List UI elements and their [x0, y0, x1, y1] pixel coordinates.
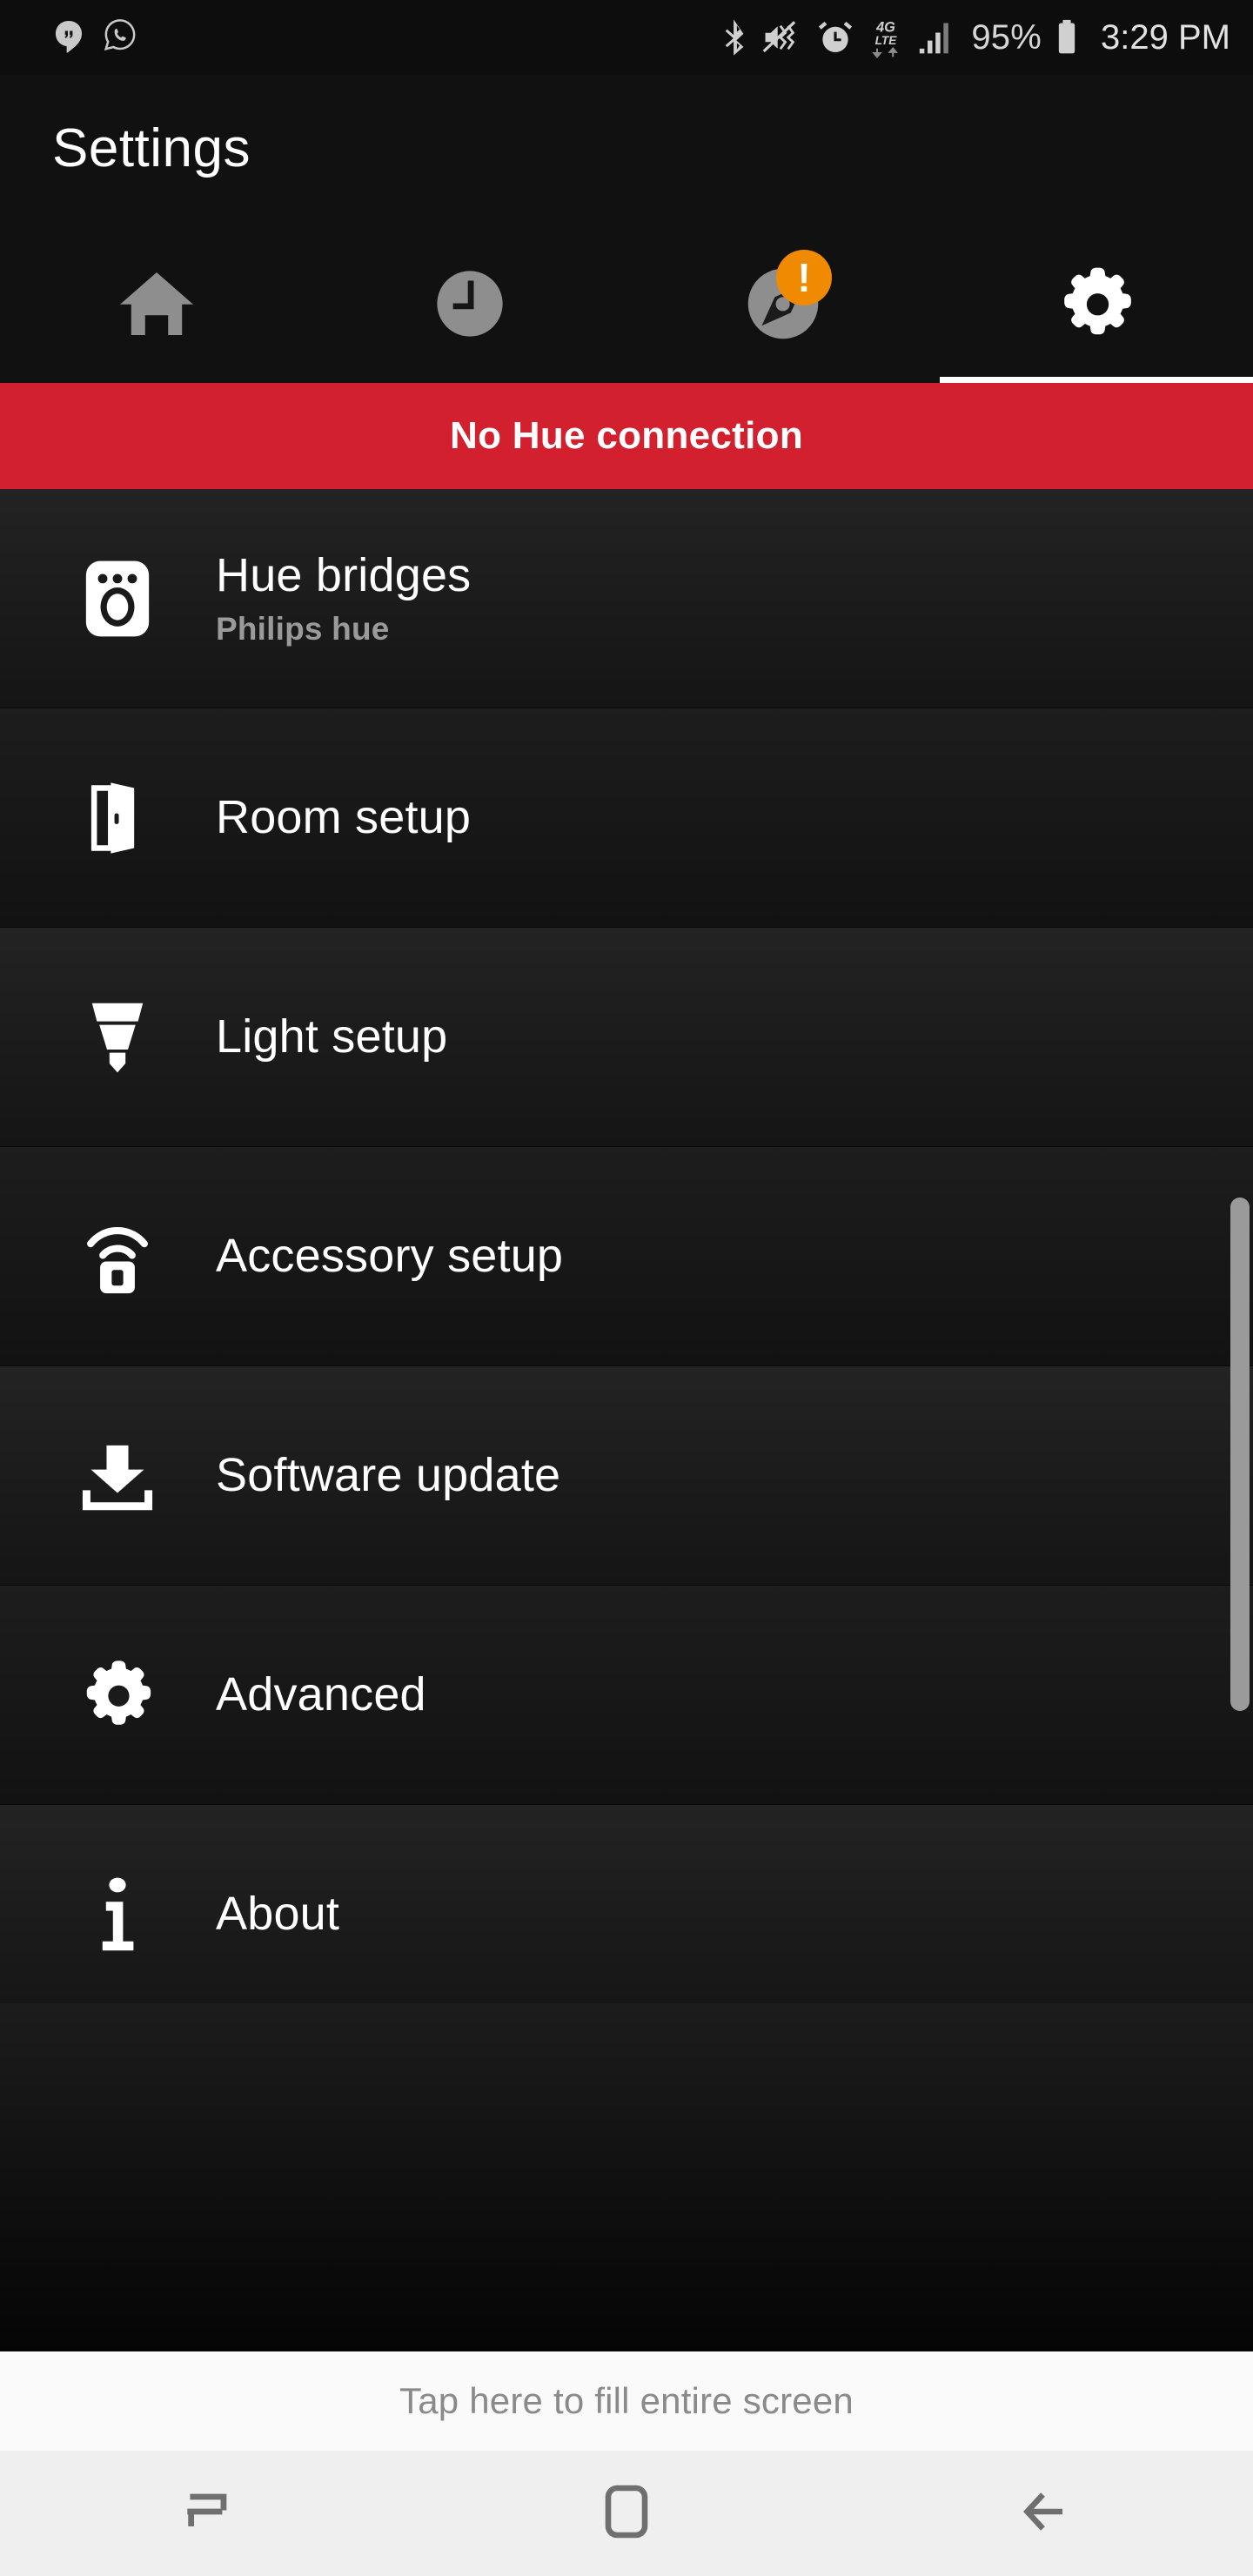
alarm-clock-icon	[816, 18, 854, 57]
list-item-title: Hue bridges	[216, 549, 471, 601]
list-item-room-setup[interactable]: Room setup	[0, 708, 1253, 928]
battery-icon	[1055, 18, 1078, 57]
status-bar: 4G LTE 95% 3:29 PM	[0, 0, 1253, 75]
explore-alert-badge: !	[776, 250, 832, 305]
settings-list: Hue bridges Philips hue Room setup	[0, 489, 1253, 2003]
4g-lte-icon: 4G LTE	[868, 17, 903, 58]
light-bulb-icon	[70, 996, 165, 1079]
system-nav-bar	[0, 2451, 1253, 2576]
tab-indicator	[0, 377, 313, 383]
whatsapp-icon	[103, 18, 137, 57]
clock-icon	[432, 266, 507, 345]
tab-settings[interactable]	[940, 228, 1253, 383]
svg-text:LTE: LTE	[875, 34, 898, 47]
gear-icon	[70, 1657, 165, 1734]
signal-bars-icon	[917, 18, 957, 57]
fill-screen-label: Tap here to fill entire screen	[399, 2380, 854, 2422]
tab-bar: !	[0, 228, 1253, 383]
door-icon	[70, 778, 165, 858]
download-icon	[70, 1439, 165, 1513]
list-item-hue-bridges[interactable]: Hue bridges Philips hue	[0, 489, 1253, 708]
accessory-remote-icon	[70, 1215, 165, 1298]
tab-indicator	[626, 377, 940, 383]
svg-text:4G: 4G	[875, 20, 895, 36]
status-bar-notification-icons	[52, 18, 137, 57]
clock-label: 3:29 PM	[1101, 18, 1230, 57]
back-button[interactable]	[835, 2451, 1253, 2576]
list-item-light-setup[interactable]: Light setup	[0, 928, 1253, 1147]
tab-routines[interactable]	[313, 228, 626, 383]
hue-bridge-icon	[70, 558, 165, 640]
tab-indicator	[940, 377, 1253, 383]
banner-label: No Hue connection	[450, 414, 803, 458]
app-header: Settings	[0, 75, 1253, 228]
list-item-subtitle: Philips hue	[216, 611, 471, 647]
empty-list-area	[0, 2003, 1253, 2351]
recents-icon	[177, 2479, 241, 2548]
recents-button[interactable]	[0, 2451, 418, 2576]
list-item-title: About	[216, 1888, 339, 1940]
battery-percent-label: 95%	[971, 18, 1042, 57]
no-connection-banner[interactable]: No Hue connection	[0, 383, 1253, 489]
bluetooth-icon	[722, 17, 748, 57]
list-item-accessory-setup[interactable]: Accessory setup	[0, 1147, 1253, 1366]
list-item-advanced[interactable]: Advanced	[0, 1586, 1253, 1805]
list-item-title: Room setup	[216, 791, 471, 843]
list-item-title: Light setup	[216, 1010, 447, 1063]
status-bar-system-icons: 4G LTE 95% 3:29 PM	[722, 17, 1230, 58]
home-icon	[115, 262, 198, 350]
list-item-title: Accessory setup	[216, 1230, 563, 1282]
phone-screen: 4G LTE 95% 3:29 PM	[0, 0, 1253, 2576]
tab-indicator	[313, 377, 626, 383]
list-item-software-update[interactable]: Software update	[0, 1366, 1253, 1586]
home-square-icon	[600, 2480, 653, 2547]
mute-vibrate-icon	[762, 18, 802, 57]
back-arrow-icon	[1013, 2480, 1075, 2547]
page-title: Settings	[52, 122, 251, 176]
hangouts-icon	[52, 18, 85, 57]
fill-screen-bar[interactable]: Tap here to fill entire screen	[0, 2351, 1253, 2451]
gear-icon	[1056, 264, 1136, 348]
list-item-title: Software update	[216, 1449, 560, 1501]
home-button[interactable]	[418, 2451, 835, 2576]
tab-home[interactable]	[0, 228, 313, 383]
list-item-title: Advanced	[216, 1668, 426, 1721]
info-icon	[70, 1875, 165, 1955]
tab-explore[interactable]: !	[626, 228, 940, 383]
list-scrollbar[interactable]	[1230, 1197, 1250, 1711]
list-item-about[interactable]: About	[0, 1805, 1253, 2024]
